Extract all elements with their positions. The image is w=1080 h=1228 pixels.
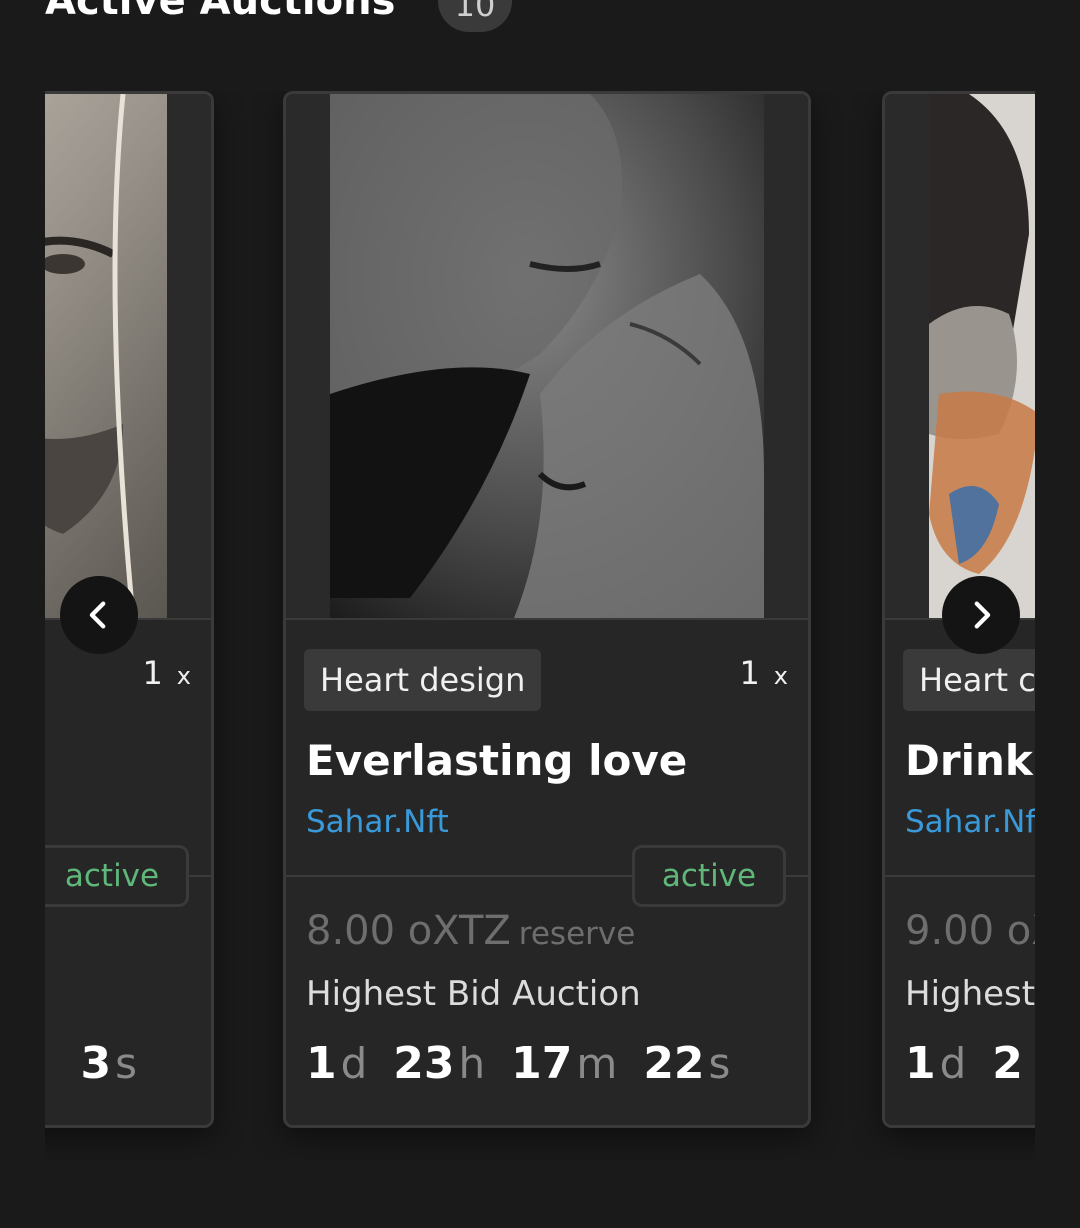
auction-card-everlasting-love[interactable]: Heart design 1x Everlasting love Sahar.N…	[283, 91, 811, 1128]
carousel-prev-button[interactable]	[60, 576, 138, 654]
status-badge: active	[632, 845, 786, 907]
section-title: Active Auctions	[45, 0, 396, 24]
countdown-timer: 1d 2	[905, 1038, 1023, 1089]
artwork-image[interactable]	[885, 94, 1035, 620]
auction-count-badge: 10	[438, 0, 512, 32]
category-tag[interactable]: Heart design	[304, 649, 542, 711]
edition-count: 1x	[739, 654, 788, 692]
artwork-image[interactable]	[45, 94, 211, 620]
reserve-price: 8.00 oXTZ reserve	[306, 908, 636, 954]
card-divider	[885, 875, 1035, 877]
auction-type: Highest	[905, 974, 1035, 1014]
artwork-image[interactable]	[286, 94, 808, 620]
chevron-left-icon	[89, 601, 106, 629]
edition-count: 1x	[142, 654, 191, 692]
countdown-seconds: 3	[80, 1038, 112, 1089]
creator-link[interactable]: Sahar.Nf	[905, 804, 1035, 840]
countdown-timer: 1d 23h 17m 22s	[306, 1038, 731, 1089]
reserve-price: 9.00 oX	[905, 908, 1035, 954]
auction-type: Highest Bid Auction	[306, 974, 641, 1014]
auction-carousel: 1x active 3s Heart design 1 x Everlastin…	[45, 91, 1035, 1161]
carousel-next-button[interactable]	[942, 576, 1020, 654]
creator-link[interactable]: Sahar.Nft	[306, 804, 449, 840]
status-badge: active	[45, 845, 189, 907]
artwork-title[interactable]: Everlasting love	[306, 736, 687, 785]
countdown-timer: 3s	[80, 1038, 137, 1089]
chevron-right-icon	[974, 601, 991, 629]
artwork-title[interactable]: Drink	[905, 736, 1033, 785]
category-tag[interactable]: Heart c	[903, 649, 1035, 711]
